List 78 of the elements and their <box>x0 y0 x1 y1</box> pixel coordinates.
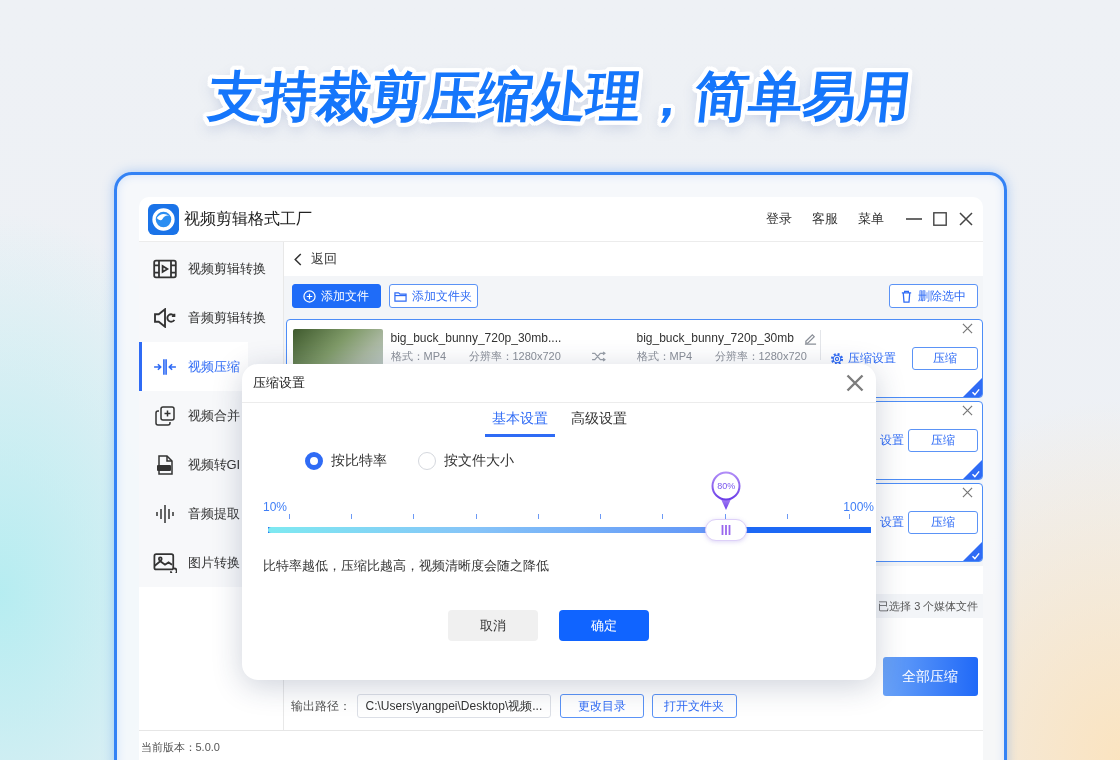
tick-mark <box>537 514 539 519</box>
header-link[interactable]: 登录 <box>765 210 792 228</box>
gear-icon <box>829 351 844 366</box>
close-icon[interactable] <box>958 212 973 226</box>
plus-square-icon <box>152 405 177 426</box>
max-label: 100% <box>843 500 874 514</box>
sidebar-item[interactable]: 视频合并 <box>138 391 248 440</box>
radio-button[interactable] <box>305 452 323 470</box>
file-name: big_buck_bunny_720p_30mb.... <box>390 330 563 346</box>
tick-mark <box>662 514 664 519</box>
settings-link[interactable]: 压缩设置 <box>829 350 896 367</box>
tick-mark <box>786 514 788 519</box>
speaker-icon <box>152 307 177 328</box>
sidebar-item[interactable]: 音频剪辑转换 <box>138 293 274 342</box>
compress-button[interactable]: 压缩 <box>907 511 978 534</box>
settings-link[interactable]: 设置 <box>879 432 904 449</box>
selection-count: 已选择 3 个媒体文件 <box>878 598 979 614</box>
delete-selected-button[interactable]: 删除选中 <box>888 284 978 308</box>
tick-mark <box>289 514 290 519</box>
minimize-icon[interactable] <box>905 218 922 220</box>
tick-mark <box>724 514 726 519</box>
tab[interactable]: 基本设置 <box>484 403 555 437</box>
pencil-icon[interactable] <box>803 331 817 345</box>
compress-button[interactable]: 压缩 <box>907 429 978 452</box>
add-folder-button[interactable]: 添加文件夹 <box>388 284 478 308</box>
header-link[interactable]: 菜单 <box>857 210 884 228</box>
close-icon[interactable] <box>961 487 973 498</box>
dialog-button[interactable]: 取消 <box>447 610 538 641</box>
min-label: 10% <box>263 500 288 514</box>
close-icon[interactable] <box>961 405 973 416</box>
compress-button[interactable]: 压缩 <box>911 347 978 370</box>
file-resolution: 分辨率：1280x720 <box>714 350 807 363</box>
settings-link[interactable]: 设置 <box>879 514 904 531</box>
trash-icon <box>900 289 913 303</box>
file-resolution: 分辨率：1280x720 <box>468 350 561 363</box>
back-button[interactable]: 返回 <box>293 250 337 268</box>
open-folder-button[interactable]: 打开文件夹 <box>651 694 737 718</box>
tick-mark <box>413 514 415 519</box>
tick-mark <box>475 514 477 519</box>
plus-circle-icon <box>303 289 316 303</box>
file-format: 格式：MP4 <box>636 350 694 363</box>
grip-icon <box>721 525 732 535</box>
header-link[interactable]: 客服 <box>811 210 838 228</box>
app-title: 视频剪辑格式工厂 <box>183 208 312 229</box>
version-label: 当前版本：5.0.0 <box>140 741 220 754</box>
value-pin: 80% <box>711 471 742 511</box>
compress-all-button[interactable]: 全部压缩 <box>882 657 978 696</box>
logo-icon <box>147 203 179 235</box>
sidebar-item[interactable]: 视频转GI <box>138 440 249 489</box>
maximize-icon[interactable] <box>932 212 947 226</box>
radio-label[interactable]: 按文件大小 <box>444 452 514 470</box>
shuffle-icon <box>590 351 606 362</box>
close-icon[interactable] <box>846 374 864 392</box>
change-folder-button[interactable]: 更改目录 <box>559 694 644 718</box>
path-label: 输出路径： <box>290 697 351 715</box>
tick-mark <box>351 514 353 519</box>
image-icon <box>152 552 177 573</box>
film-icon <box>152 258 177 279</box>
sidebar-item[interactable]: 音频提取 <box>138 489 248 538</box>
slider-thumb[interactable] <box>705 519 748 541</box>
sidebar-item[interactable]: 视频压缩 <box>138 342 248 391</box>
dialog-button[interactable]: 确定 <box>558 610 649 641</box>
file-format: 格式：MP4 <box>390 350 448 363</box>
hint-text: 比特率越低，压缩比越高，视频清晰度会随之降低 <box>262 558 549 575</box>
add-file-button[interactable]: 添加文件 <box>291 284 381 308</box>
path-field[interactable]: C:\Users\yangpei\Desktop\视频... <box>356 694 551 718</box>
sidebar-item[interactable]: 视频剪辑转换 <box>138 244 274 293</box>
chevron-left-icon <box>293 252 302 266</box>
headline: 支持裁剪压缩处理，简单易用 <box>204 65 916 128</box>
tab[interactable]: 高级设置 <box>563 403 634 437</box>
compress-arrows-icon <box>152 356 177 377</box>
radio-label[interactable]: 按比特率 <box>331 452 387 470</box>
close-icon[interactable] <box>961 323 973 334</box>
tick-mark <box>600 514 602 519</box>
output-name: big_buck_bunny_720p_30mb <box>636 330 794 346</box>
sidebar-item[interactable]: 图片转换 <box>138 538 248 587</box>
tick-mark <box>848 514 850 519</box>
folder-icon <box>394 289 407 303</box>
